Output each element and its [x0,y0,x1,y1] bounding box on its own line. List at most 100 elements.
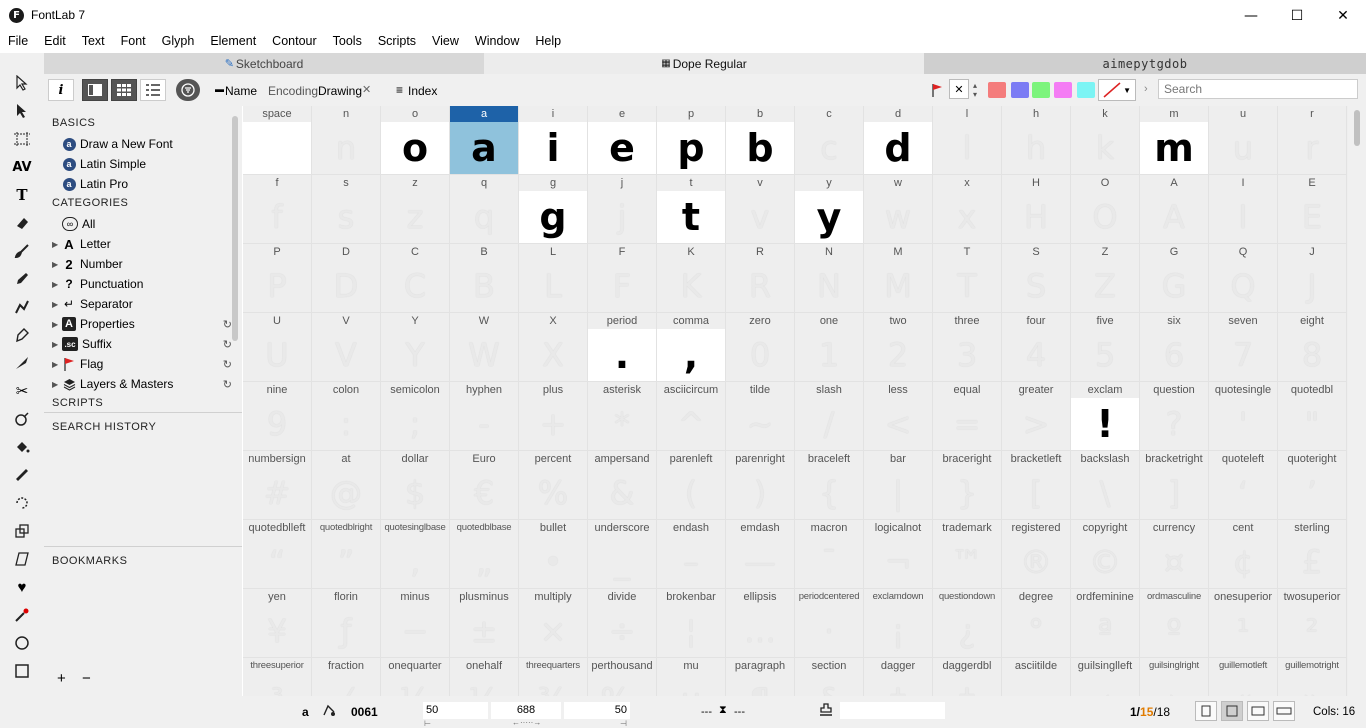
glyph-cell-colon[interactable]: colon: [312,382,381,451]
glyph-cell-n[interactable]: nn [312,106,381,175]
glyph-cell-g[interactable]: gg [519,175,588,244]
knife-tool-icon[interactable] [12,353,32,373]
minimize-button[interactable]: — [1228,0,1274,31]
search-input[interactable]: Search [1158,79,1358,99]
glyph-cell-braceright[interactable]: braceright} [933,451,1002,520]
glyph-cell-B[interactable]: BB [450,244,519,313]
glyph-cell-m[interactable]: mm [1140,106,1209,175]
refresh-icon[interactable]: ↻ [223,378,232,391]
glyph-cell-currency[interactable]: currency ¤ [1140,520,1209,589]
glyph-cell-asciitilde[interactable]: asciitilde ~ [1002,658,1071,696]
add-bookmark-button[interactable]: + [57,670,66,687]
glyph-cell-quotedblright[interactable]: quotedblright ” [312,520,381,589]
glyph-cell-H[interactable]: HH [1002,175,1071,244]
glyph-cell-bar[interactable]: bar | [864,451,933,520]
glyph-cell-Q[interactable]: QQ [1209,244,1278,313]
glyph-cell-question[interactable]: question? [1140,382,1209,451]
glyph-cell-percent[interactable]: percent% [519,451,588,520]
glyph-cell-six[interactable]: six 6 [1140,313,1209,382]
glyph-cell-three[interactable]: three 3 [933,313,1002,382]
sidebar-item-properties[interactable]: ▶ A Properties ↻ [52,315,232,333]
glyph-cell-quoteleft[interactable]: quoteleft ‘ [1209,451,1278,520]
glyph-cell-Z[interactable]: ZZ [1071,244,1140,313]
glyph-cell-v[interactable]: vv [726,175,795,244]
glyph-cell-r[interactable]: rr [1278,106,1347,175]
glyph-cell-P[interactable]: PP [243,244,312,313]
glyph-cell-quotedblleft[interactable]: quotedblleft “ [243,520,312,589]
menu-text[interactable]: Text [74,31,113,53]
ellipse-tool-icon[interactable] [12,633,32,653]
menu-help[interactable]: Help [527,31,569,53]
ruler-tool-icon[interactable] [12,465,32,485]
glyph-cell-o[interactable]: oo [381,106,450,175]
glyph-cell-quotedbl[interactable]: quotedbl " [1278,382,1347,451]
glyph-cell-nine[interactable]: nine 9 [243,382,312,451]
tab-dope-regular[interactable]: ▦ Dope Regular [484,53,924,74]
cell-size-wide-icon[interactable] [1273,701,1295,721]
glyph-cell-S[interactable]: SS [1002,244,1071,313]
tab-sketchboard[interactable]: ✎ Sketchboard [44,53,484,74]
glyph-cell-brokenbar[interactable]: brokenbar ¦ [657,589,726,658]
menu-edit[interactable]: Edit [36,31,74,53]
glyph-cell-semicolon[interactable]: semicolon; [381,382,450,451]
glyph-cell-threequarters[interactable]: threequarters ¾ [519,658,588,696]
glyph-cell-ellipsis[interactable]: ellipsis… [726,589,795,658]
glyph-cell-paragraph[interactable]: paragraph ¶ [726,658,795,696]
glyph-cell-logicalnot[interactable]: logicalnot ¬ [864,520,933,589]
glyph-cell-bullet[interactable]: bullet • [519,520,588,589]
glyph-cell-guillemotleft[interactable]: guillemotleft « [1209,658,1278,696]
glyph-cell-endash[interactable]: endash – [657,520,726,589]
glyph-cell-U[interactable]: UU [243,313,312,382]
glyph-cell-periodcentered[interactable]: periodcentered · [795,589,864,658]
glyph-cell-slash[interactable]: slash / [795,382,864,451]
transform-tool-icon[interactable] [12,521,32,541]
kerning-tool-icon[interactable]: AV [12,157,32,177]
sidebar-item-latin-pro[interactable]: a Latin Pro [62,175,128,193]
glyph-cell-quoteright[interactable]: quoteright ’ [1278,451,1347,520]
rsb-field[interactable]: 50 [564,702,630,719]
glyph-cell-numbersign[interactable]: numbersign # [243,451,312,520]
glyph-cell-X[interactable]: XX [519,313,588,382]
glyph-cell-d[interactable]: dd [864,106,933,175]
glyph-cell-minus[interactable]: minus − [381,589,450,658]
glyph-cell-bracketleft[interactable]: bracketleft [ [1002,451,1071,520]
expand-triangle-icon[interactable]: ▶ [52,360,62,369]
glyph-cell-F[interactable]: FF [588,244,657,313]
glyph-cell-emdash[interactable]: emdash — [726,520,795,589]
glyph-cell-fraction[interactable]: fraction ⁄ [312,658,381,696]
tab-glyph-window[interactable]: aimepytgdob [924,53,1366,74]
glyph-cell-period[interactable]: period. [588,313,657,382]
glyph-cell-V[interactable]: VV [312,313,381,382]
glyph-cell-twosuperior[interactable]: twosuperior ² [1278,589,1347,658]
refresh-icon[interactable]: ↻ [223,318,232,331]
expand-triangle-icon[interactable]: ▶ [52,380,62,389]
glyph-cell-four[interactable]: four 4 [1002,313,1071,382]
flag-color-blue[interactable] [1011,82,1029,98]
glyph-cell-J[interactable]: JJ [1278,244,1347,313]
menu-font[interactable]: Font [113,31,154,53]
glyph-cell-c[interactable]: cc [795,106,864,175]
glyph-cell-florin[interactable]: florin ƒ [312,589,381,658]
glyph-cell-seven[interactable]: seven 7 [1209,313,1278,382]
glyph-cell-w[interactable]: ww [864,175,933,244]
eraser-tool-icon[interactable] [12,213,32,233]
menu-glyph[interactable]: Glyph [154,31,203,53]
scissors-tool-icon[interactable]: ✂ [12,381,32,401]
glyph-cell-exclamdown[interactable]: exclamdown ¡ [864,589,933,658]
glyph-cell-daggerdbl[interactable]: daggerdbl ‡ [933,658,1002,696]
glyph-cell-at[interactable]: at @ [312,451,381,520]
lsb-field[interactable]: 50 [423,702,488,719]
glyph-cell-plus[interactable]: plus + [519,382,588,451]
glyph-cell-ordfeminine[interactable]: ordfeminine ª [1071,589,1140,658]
glyph-cell-x[interactable]: xx [933,175,1002,244]
glyph-cell-two[interactable]: two 2 [864,313,933,382]
info-panel-button[interactable]: i [48,79,74,101]
element-select-tool-icon[interactable] [12,101,32,121]
glyph-cell-K[interactable]: KK [657,244,726,313]
glyph-cell-I[interactable]: II [1209,175,1278,244]
glyph-cell-tilde[interactable]: tilde ~ [726,382,795,451]
glyph-cell-yen[interactable]: yen ¥ [243,589,312,658]
glyph-cell-C[interactable]: CC [381,244,450,313]
glyph-cell-five[interactable]: five 5 [1071,313,1140,382]
glyph-cell-cent[interactable]: cent ¢ [1209,520,1278,589]
